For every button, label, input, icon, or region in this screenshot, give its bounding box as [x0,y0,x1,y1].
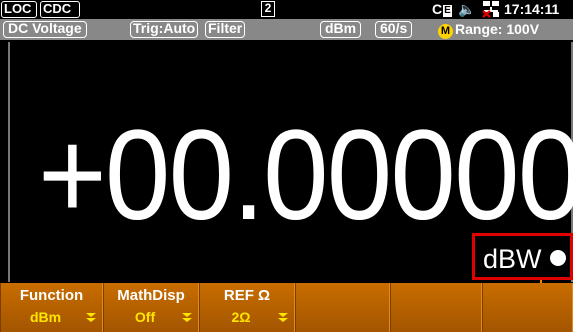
ce-label: C [432,1,443,17]
softkey-title: REF Ω [223,287,271,304]
info-bar: DC Voltage Trig:Auto Filter dBm 60/s M Ra… [0,19,573,40]
status-bar: LOC CDC 2 CE 🔈 17:14:11 [0,0,573,18]
m-badge: M [438,24,453,39]
softkey-title: Function [19,287,84,304]
filter-indicator: Filter [205,21,246,38]
chevron-down-icon [182,313,192,323]
lan-disconnected-icon [482,1,499,18]
unit-label: dBW [483,244,542,274]
unit-indicator: dBm [320,21,362,38]
speaker-icon: 🔈 [458,1,476,17]
softkey-empty-5[interactable] [390,283,482,332]
rate-indicator: 60/s [375,21,413,38]
ce-box: E [443,5,452,17]
chevron-down-icon [278,313,288,323]
page-indicator: 2 [261,1,275,17]
range-text: Range: 100V [455,21,540,37]
cdc-tag: CDC [40,1,80,18]
local-mode-tag: LOC [1,1,37,18]
unit-annotation-box: dBW [472,233,573,280]
softkey-bar: Function dBm MathDisp Off REF Ω 2Ω [0,283,573,332]
ce-status-icon: CE [432,1,452,17]
softkey-value: Off [134,309,156,325]
softkey-ref-ohm[interactable]: REF Ω 2Ω [199,283,295,332]
range-indicator: M Range: 100V [438,21,540,39]
softkey-value: dBm [29,309,62,325]
main-reading: +00.00000 [38,104,573,247]
chevron-down-icon [86,313,96,323]
function-indicator: DC Voltage [3,21,87,38]
softkey-mathdisp[interactable]: MathDisp Off [103,283,199,332]
softkey-empty-6[interactable] [482,283,573,332]
softkey-empty-4[interactable] [295,283,390,332]
trigger-indicator: Trig:Auto [130,21,199,38]
unit-dot-icon [550,250,566,266]
softkey-function[interactable]: Function dBm [0,283,103,332]
softkey-title: MathDisp [117,287,185,304]
clock: 17:14:11 [504,1,560,17]
softkey-value: 2Ω [231,309,251,325]
